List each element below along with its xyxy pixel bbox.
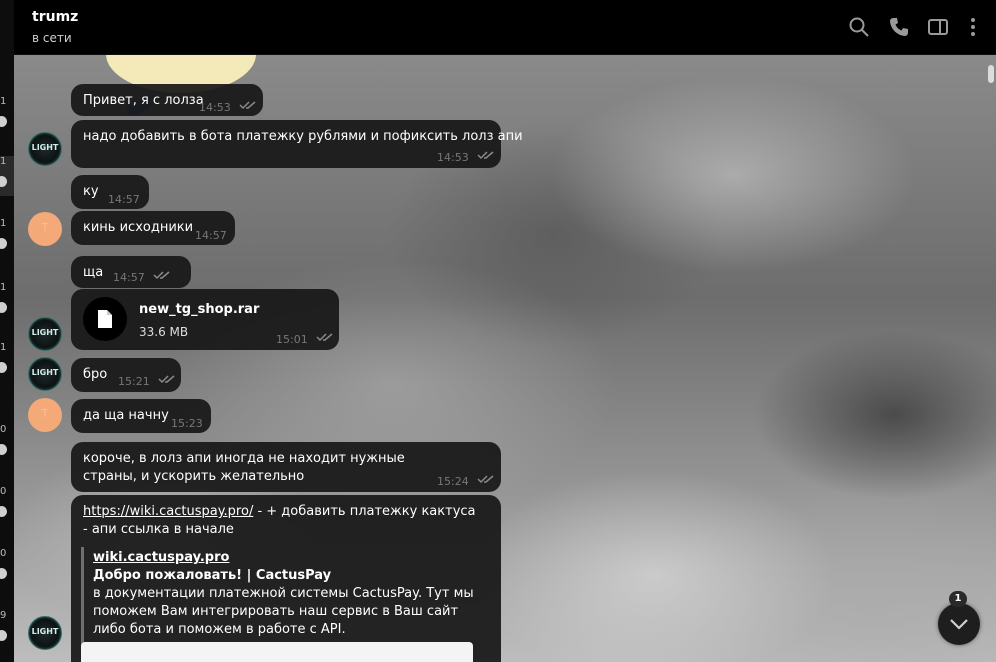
chat-list-item[interactable]: 0 xyxy=(0,486,14,526)
unread-dot xyxy=(0,362,7,373)
avatar[interactable]: T xyxy=(28,398,62,432)
scroll-to-bottom-button[interactable] xyxy=(938,603,980,645)
chat-list-item[interactable]: 0 xyxy=(0,548,14,588)
unread-dot xyxy=(0,444,7,455)
scrollbar[interactable] xyxy=(988,65,994,83)
file-message[interactable]: new_tg_shop.rar 33.6 MB 15:01 xyxy=(71,289,339,350)
unread-dot xyxy=(0,506,7,517)
message-bubble[interactable]: ща 14:57 xyxy=(71,256,191,288)
unread-dot xyxy=(0,176,7,187)
file-name[interactable]: new_tg_shop.rar xyxy=(139,301,259,319)
avatar[interactable]: LIGHT xyxy=(28,616,62,650)
avatar[interactable]: LIGHT xyxy=(28,132,62,166)
avatar[interactable]: LIGHT xyxy=(28,317,62,351)
message-bubble[interactable]: да ща начну 15:23 xyxy=(71,399,211,433)
chat-list-item[interactable]: 9 xyxy=(0,610,14,650)
message-bubble[interactable]: Привет, я с лолза 14:53 xyxy=(71,84,263,116)
avatar[interactable]: LIGHT xyxy=(28,357,62,391)
chat-list-item[interactable]: 1 xyxy=(0,218,14,258)
chat-list-item[interactable]: 1 xyxy=(0,96,14,136)
link-message[interactable]: https://wiki.cactuspay.pro/ - + добавить… xyxy=(71,495,501,662)
chat-header: trumz в сети xyxy=(14,0,996,55)
file-icon xyxy=(98,310,112,328)
chat-list-item[interactable]: 1 xyxy=(0,342,14,382)
unread-dot xyxy=(0,302,7,313)
chat-list-item-active[interactable]: 1 xyxy=(0,156,14,196)
avatar[interactable]: T xyxy=(28,212,62,246)
double-check-icon xyxy=(316,332,334,342)
more-options-icon[interactable] xyxy=(962,16,984,38)
unread-badge: 1 xyxy=(949,591,967,607)
online-status: в сети xyxy=(32,31,72,45)
chat-list-strip: 1 1 1 1 1 0 0 0 9 xyxy=(0,0,15,662)
message-bubble[interactable]: надо добавить в бота платежку рублями и … xyxy=(71,120,523,168)
preview-image[interactable] xyxy=(81,642,473,662)
message-bubble[interactable]: бро 15:21 xyxy=(71,358,181,392)
message-bubble[interactable]: короче, в лолз апи иногда не находит нуж… xyxy=(71,442,501,492)
search-icon[interactable] xyxy=(848,16,870,38)
phone-icon[interactable] xyxy=(888,16,910,38)
unread-dot xyxy=(0,568,7,579)
double-check-icon xyxy=(158,374,176,384)
chat-list-item[interactable]: 0 xyxy=(0,424,14,464)
message-link[interactable]: https://wiki.cactuspay.pro/ xyxy=(83,504,253,519)
file-download-button[interactable] xyxy=(83,297,127,341)
double-check-icon xyxy=(153,270,171,280)
unread-dot xyxy=(0,630,7,641)
message-bubble[interactable]: кинь исходники 14:57 xyxy=(71,211,235,245)
unread-dot xyxy=(0,116,7,127)
double-check-icon xyxy=(477,474,495,484)
chat-history[interactable]: Привет, я с лолза 14:53 LIGHT надо добав… xyxy=(14,55,996,662)
chevron-down-icon xyxy=(950,619,968,630)
double-check-icon xyxy=(239,100,257,110)
message-bubble[interactable]: ку 14:57 xyxy=(71,175,149,209)
sidebar-toggle-icon[interactable] xyxy=(927,16,949,38)
preview-title: Добро пожаловать! | CactusPay xyxy=(93,568,332,583)
file-size: 33.6 MB xyxy=(139,325,189,339)
chat-list-item[interactable]: 1 xyxy=(0,282,14,322)
preview-description: в документации платежной системы CactusP… xyxy=(93,586,474,637)
chat-title[interactable]: trumz xyxy=(32,9,78,25)
preview-site[interactable]: wiki.cactuspay.pro xyxy=(93,549,229,567)
unread-dot xyxy=(0,238,7,249)
double-check-icon xyxy=(477,150,495,160)
